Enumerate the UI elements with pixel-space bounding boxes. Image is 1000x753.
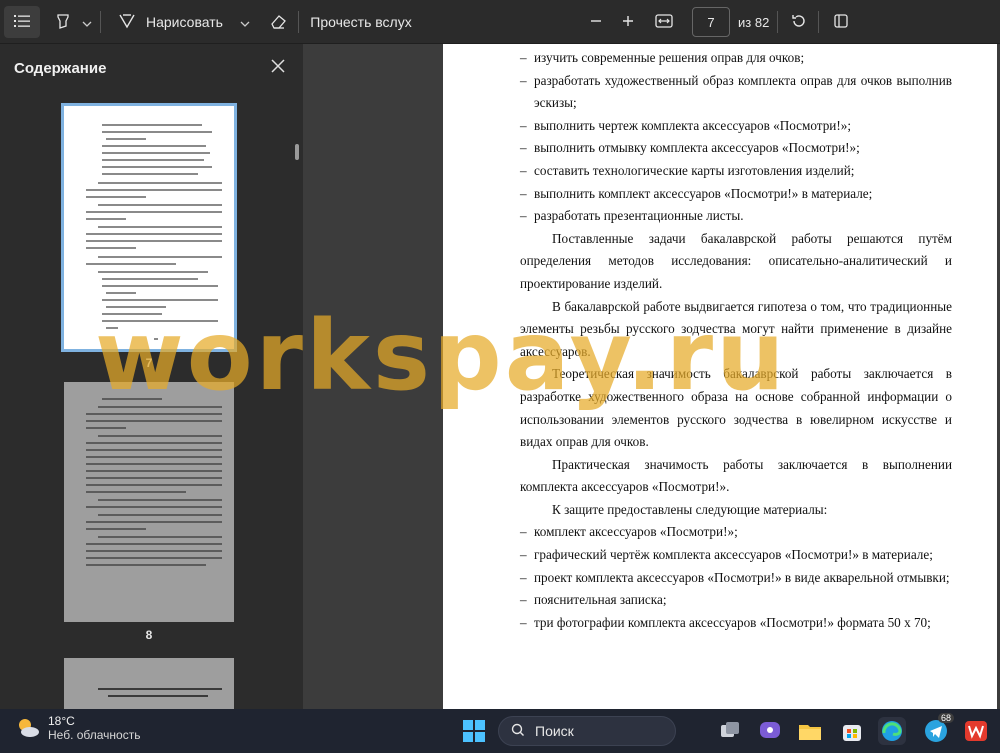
list-item: – три фотографии комплекта аксессуаров «П…	[520, 614, 931, 630]
toolbar-divider	[818, 11, 819, 33]
list-item: – разработать презентационные листы.	[520, 208, 744, 224]
folder-icon	[796, 725, 824, 749]
list-item: – проект комплекта аксессуаров «Посмотри!…	[520, 569, 950, 585]
list-item: – пояснительная записка;	[520, 592, 667, 608]
list-item: – разработать художественный образ компле…	[520, 72, 952, 111]
weather-widget[interactable]: 18°C Неб. облачность	[14, 714, 140, 742]
list-item: – выполнить чертеж комплекта аксессуаров …	[520, 117, 852, 133]
toolbar-divider	[100, 11, 101, 33]
rotate-button[interactable]	[786, 6, 812, 38]
weather-icon	[14, 714, 42, 742]
task-view-button[interactable]	[716, 717, 744, 745]
paragraph: Поставленные задачи бакалаврской работы …	[520, 230, 952, 291]
thumbnail-label: 8	[145, 628, 153, 642]
store-button[interactable]	[838, 717, 866, 745]
notification-badge: 68	[938, 713, 955, 723]
chevron-down-icon	[82, 14, 92, 30]
search-icon	[511, 723, 525, 740]
list-item: – комплект аксессуаров «Посмотри!»;	[520, 524, 738, 540]
store-icon	[838, 725, 866, 749]
contents-toggle-button[interactable]	[4, 6, 40, 38]
highlight-dropdown[interactable]	[78, 6, 96, 38]
weather-temperature: 18°C	[48, 714, 75, 728]
paragraph: Теоретическая значимость бакалаврской ра…	[520, 366, 952, 450]
contents-title: Содержание	[14, 60, 107, 77]
page-content: – изучить современные решения оправ для о…	[520, 47, 952, 634]
wps-icon	[962, 721, 990, 749]
draw-label: Нарисовать	[146, 14, 223, 30]
pen-icon	[118, 13, 136, 32]
highlighter-icon	[55, 13, 71, 32]
page-thumbnail-8[interactable]	[64, 382, 234, 622]
list-item: – выполнить отмывку комплекта аксессуаров…	[520, 140, 860, 156]
list-item: – изучить современные решения оправ для о…	[520, 50, 805, 65]
page-current: 7	[707, 14, 715, 30]
start-button[interactable]	[460, 717, 488, 745]
search-label: Поиск	[535, 723, 574, 739]
scrollbar-thumb[interactable]	[295, 144, 299, 160]
edge-button[interactable]	[878, 717, 906, 745]
zoom-in-button[interactable]	[616, 6, 640, 38]
page-total: из 82	[738, 15, 770, 30]
thumbnail-label: 7	[145, 356, 153, 370]
telegram-button[interactable]: 68	[922, 713, 955, 745]
draw-dropdown[interactable]	[236, 6, 254, 38]
fit-width-icon	[655, 13, 673, 31]
list-icon	[14, 14, 30, 31]
highlight-button[interactable]	[50, 6, 76, 38]
paragraph: В бакалаврской работе выдвигается гипоте…	[520, 298, 952, 359]
list-item: – выполнить комплект аксессуаров «Посмотр…	[520, 185, 873, 201]
page-thumbnail-9[interactable]	[64, 658, 234, 709]
page-thumbnail-7[interactable]	[61, 103, 237, 352]
list-item: – составить технологические карты изготов…	[520, 162, 855, 178]
close-panel-button[interactable]	[268, 56, 288, 76]
toolbar: Нарисовать Прочесть вслух 7 из 82	[0, 0, 1000, 44]
toolbar-divider	[298, 11, 299, 33]
page-view-icon	[833, 13, 849, 32]
paragraph: К защите предоставлены следующие материа…	[552, 501, 828, 517]
fit-width-button[interactable]	[650, 6, 678, 38]
eraser-icon	[269, 13, 287, 32]
edge-icon	[878, 721, 906, 749]
wps-office-button[interactable]	[962, 717, 990, 745]
task-view-icon	[716, 722, 744, 749]
list-item: – графический чертёж комплекта аксессуаро…	[520, 547, 933, 563]
page-number-input[interactable]: 7	[692, 7, 730, 37]
document-viewer[interactable]: – изучить современные решения оправ для о…	[303, 44, 1000, 709]
read-aloud-label: Прочесть вслух	[310, 14, 412, 30]
telegram-icon	[922, 720, 950, 749]
draw-button[interactable]: Нарисовать	[118, 6, 230, 38]
toolbar-divider	[777, 11, 778, 33]
minus-icon	[590, 14, 602, 30]
page-view-button[interactable]	[828, 6, 854, 38]
weather-condition: Неб. облачность	[48, 728, 141, 742]
plus-icon	[622, 14, 634, 30]
eraser-button[interactable]	[264, 6, 292, 38]
chevron-down-icon	[240, 14, 250, 30]
document-page: – изучить современные решения оправ для о…	[443, 44, 997, 709]
taskbar-search[interactable]: Поиск	[498, 716, 676, 746]
zoom-out-button[interactable]	[584, 6, 608, 38]
rotate-icon	[791, 13, 807, 32]
chat-app-button[interactable]	[756, 717, 784, 745]
close-icon	[268, 59, 288, 80]
paragraph: Практическая значимость работы заключает…	[520, 456, 952, 495]
read-aloud-button[interactable]: Прочесть вслух	[308, 6, 414, 38]
windows-icon	[460, 720, 488, 749]
taskbar: 18°C Неб. облачность Поиск 68	[0, 709, 1000, 753]
contents-panel: Содержание 7 8	[0, 44, 303, 709]
chat-icon	[756, 722, 784, 749]
file-explorer-button[interactable]	[796, 717, 824, 745]
